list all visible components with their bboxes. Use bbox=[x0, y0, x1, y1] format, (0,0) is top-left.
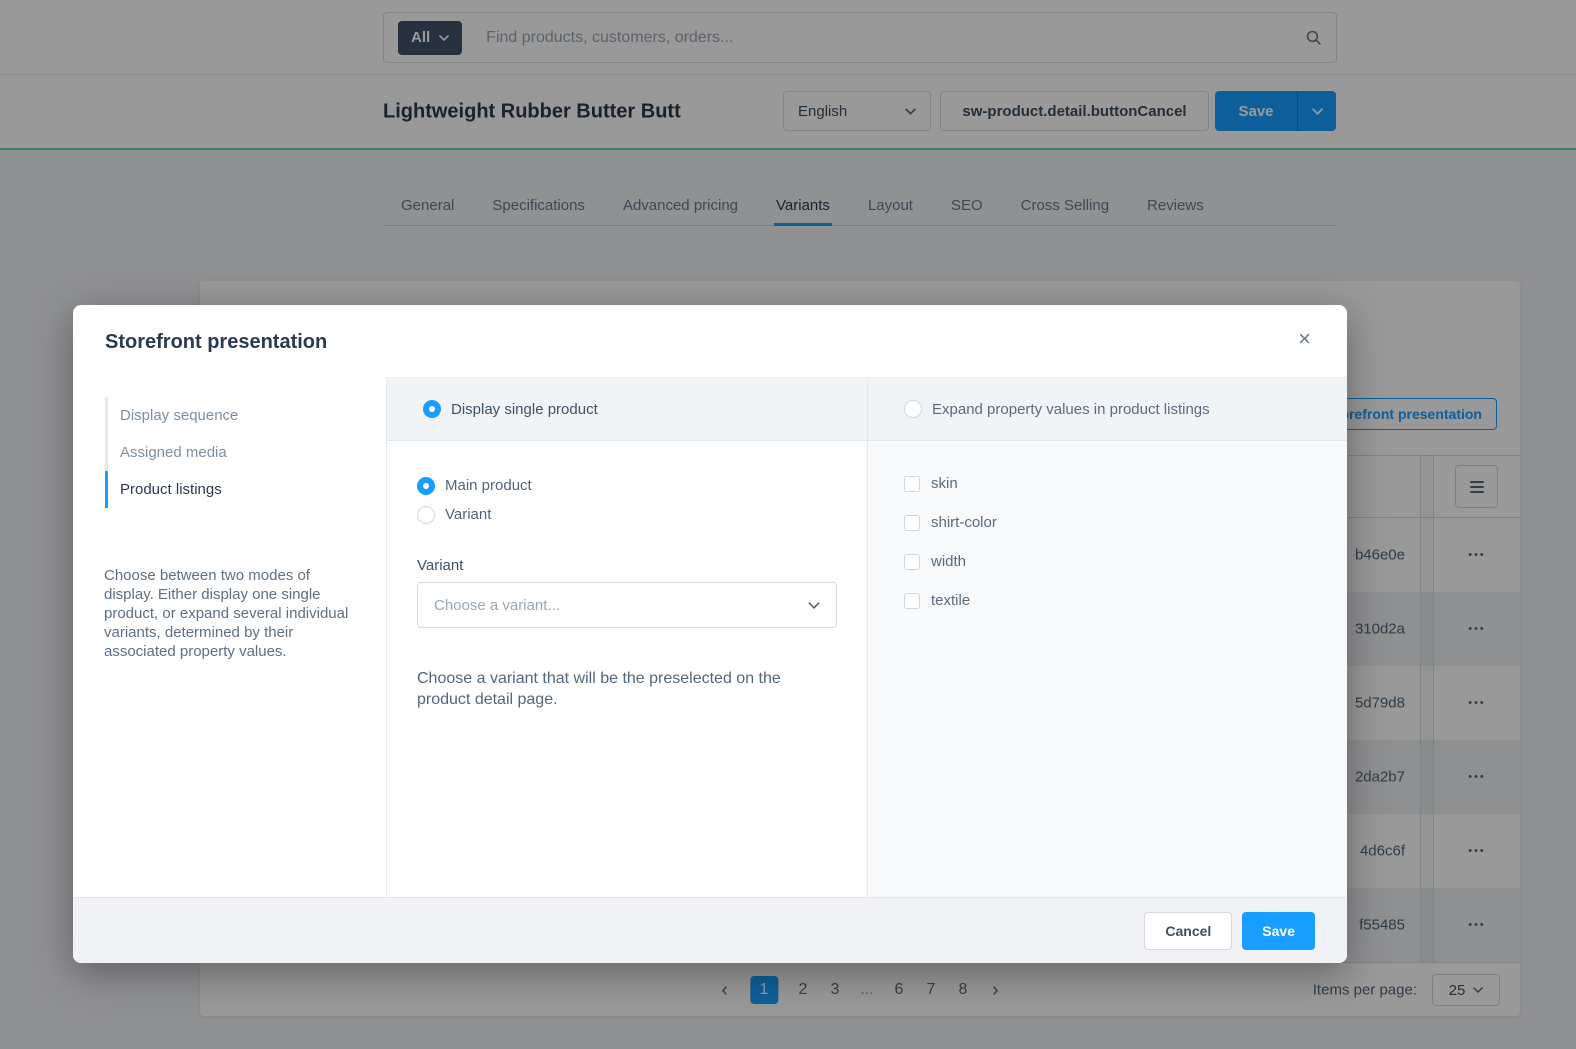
checkbox-label: width bbox=[931, 553, 966, 570]
radio-label: Display single product bbox=[451, 401, 598, 418]
variant-select-placeholder: Choose a variant... bbox=[434, 597, 560, 614]
radio-label: Expand property values in product listin… bbox=[932, 401, 1210, 418]
radio-icon bbox=[417, 506, 435, 524]
checkbox-label: textile bbox=[931, 592, 970, 609]
modal-body: Display sequence Assigned media Product … bbox=[73, 377, 1347, 897]
checkbox-icon bbox=[904, 593, 920, 609]
radio-expand-property-values[interactable]: Expand property values in product listin… bbox=[868, 377, 1347, 441]
radio-display-single-product[interactable]: Display single product bbox=[387, 377, 867, 441]
expand-properties-column: Expand property values in product listin… bbox=[868, 377, 1347, 897]
variant-help-text: Choose a variant that will be the presel… bbox=[417, 668, 829, 710]
checkbox-width[interactable]: width bbox=[904, 553, 1347, 570]
checkbox-icon bbox=[904, 476, 920, 492]
radio-variant[interactable]: Variant bbox=[417, 500, 837, 529]
checkbox-shirt-color[interactable]: shirt-color bbox=[904, 514, 1347, 531]
nav-item-product-listings[interactable]: Product listings bbox=[105, 471, 386, 508]
checkbox-textile[interactable]: textile bbox=[904, 592, 1347, 609]
storefront-presentation-modal: Storefront presentation × Display sequen… bbox=[73, 305, 1347, 963]
modal-title: Storefront presentation bbox=[105, 331, 327, 354]
variant-field-label: Variant bbox=[417, 557, 837, 574]
save-button[interactable]: Save bbox=[1242, 912, 1315, 950]
nav-item-display-sequence[interactable]: Display sequence bbox=[105, 397, 386, 434]
radio-icon bbox=[423, 400, 441, 418]
radio-icon bbox=[417, 477, 435, 495]
chevron-down-icon bbox=[808, 602, 820, 609]
radio-icon bbox=[904, 400, 922, 418]
checkbox-label: shirt-color bbox=[931, 514, 997, 531]
property-checkbox-list: skin shirt-color width textile bbox=[868, 441, 1347, 609]
nav-item-assigned-media[interactable]: Assigned media bbox=[105, 434, 386, 471]
modal-footer: Cancel Save bbox=[73, 897, 1347, 963]
checkbox-skin[interactable]: skin bbox=[904, 475, 1347, 492]
modal-sidebar: Display sequence Assigned media Product … bbox=[73, 377, 387, 897]
close-icon[interactable]: × bbox=[1292, 327, 1317, 351]
mode-description: Choose between two modes of display. Eit… bbox=[104, 566, 360, 661]
radio-main-product[interactable]: Main product bbox=[417, 471, 837, 500]
radio-label: Variant bbox=[445, 506, 491, 523]
radio-label: Main product bbox=[445, 477, 532, 494]
single-product-options: Main product Variant Variant Choose a va… bbox=[387, 441, 867, 740]
checkbox-label: skin bbox=[931, 475, 958, 492]
variant-select[interactable]: Choose a variant... bbox=[417, 582, 837, 628]
checkbox-icon bbox=[904, 515, 920, 531]
single-product-column: Display single product Main product Vari… bbox=[387, 377, 868, 897]
cancel-button[interactable]: Cancel bbox=[1144, 912, 1232, 950]
checkbox-icon bbox=[904, 554, 920, 570]
modal-nav: Display sequence Assigned media Product … bbox=[105, 397, 386, 508]
